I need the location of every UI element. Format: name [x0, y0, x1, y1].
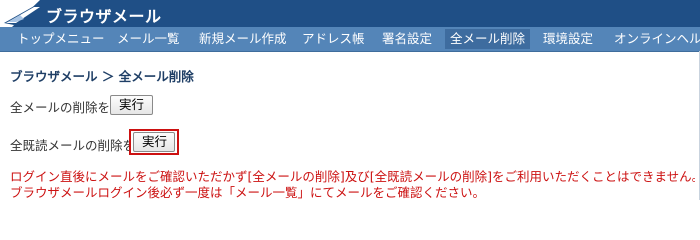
- app-title: ブラウザメール: [46, 7, 162, 26]
- notice-text: ログイン直後にメールをご確認いただかず[全メールの削除]及び[全既読メールの削除…: [10, 169, 695, 200]
- browser-mail-page: ブラウザメール トップメニュー メール一覧 新規メール作成 アドレス帳 署名設定…: [0, 0, 700, 200]
- delete-all-label: 全メールの削除を: [10, 100, 111, 115]
- nav-item-top-menu[interactable]: トップメニュー: [12, 29, 110, 49]
- notice-line: ログイン直後にメールをご確認いただかず[全メールの削除]及び[全既読メールの削除…: [10, 169, 695, 184]
- nav-item-online-help[interactable]: オンラインヘルプ: [609, 29, 700, 49]
- notice-line: ブラウザメールログイン後必ず一度は「メール一覧」にてメールをご確認ください。: [10, 185, 486, 200]
- nav-item-settings[interactable]: 環境設定: [538, 29, 598, 49]
- delete-all-execute-button[interactable]: 実行: [110, 95, 153, 115]
- delete-read-execute-button[interactable]: 実行: [133, 132, 175, 152]
- app-header: ブラウザメール: [0, 0, 700, 27]
- nav-item-address-book[interactable]: アドレス帳: [297, 29, 370, 49]
- nav-item-compose[interactable]: 新規メール作成: [194, 29, 292, 49]
- breadcrumb: ブラウザメール ＞ 全メール削除: [10, 69, 194, 84]
- delete-read-label: 全既読メールの削除を: [10, 138, 136, 153]
- highlight-box: 実行: [129, 129, 179, 155]
- main-nav: トップメニュー メール一覧 新規メール作成 アドレス帳 署名設定 全メール削除 …: [0, 27, 700, 52]
- nav-item-delete-all[interactable]: 全メール削除: [445, 29, 531, 49]
- envelope-logo-icon: [4, 5, 44, 25]
- nav-item-signature[interactable]: 署名設定: [377, 29, 437, 49]
- nav-item-mail-list[interactable]: メール一覧: [112, 29, 185, 49]
